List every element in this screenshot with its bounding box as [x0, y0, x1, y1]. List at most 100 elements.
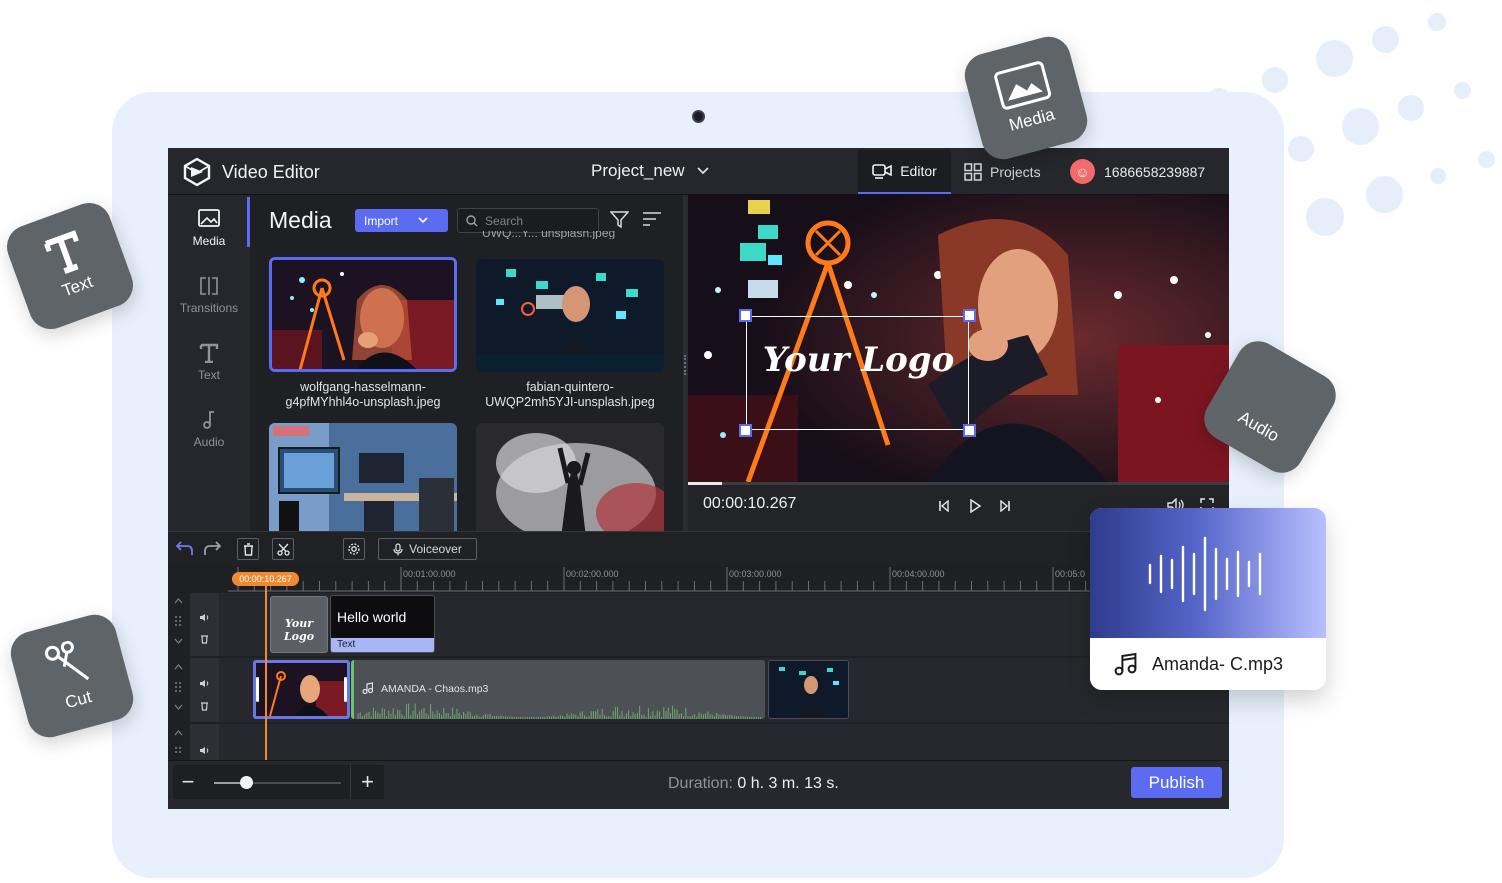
play-icon[interactable] [969, 499, 981, 513]
undo-icon[interactable] [176, 540, 194, 556]
ruler-mark: 00:04:00.000 [892, 569, 945, 579]
media-thumb-3[interactable] [269, 423, 457, 531]
chevron-up-icon[interactable] [174, 730, 183, 736]
video-preview[interactable]: Your Logo [688, 195, 1229, 482]
drag-handle-icon[interactable] [174, 615, 182, 627]
app-brand[interactable]: Video Editor [182, 157, 320, 187]
video-clip-1[interactable] [253, 660, 350, 719]
chevron-down-icon [696, 167, 709, 175]
zoom-slider-knob[interactable] [239, 776, 253, 789]
user-id: 1686658239887 [1104, 163, 1206, 180]
ruler-mark: 00:01:00.000 [403, 569, 456, 579]
media-thumb-2-name: fabian-quintero- UWQP2mh5YJI-unsplash.jp… [485, 380, 655, 409]
chevron-up-icon[interactable] [174, 598, 183, 604]
chevron-up-icon[interactable] [174, 664, 183, 670]
resize-handle-tr[interactable] [963, 309, 976, 322]
trim-handle-left[interactable] [256, 677, 259, 702]
transitions-icon [200, 277, 218, 295]
sidebar-item-text[interactable]: Text [168, 343, 250, 382]
seek-bar[interactable] [688, 482, 1229, 485]
media-panel: Media Import Search UWQ...Y... unsplash.… [250, 195, 683, 531]
import-button[interactable]: Import [355, 209, 448, 232]
video-editor-app: Video Editor Project_new Editor Projects… [168, 148, 1229, 809]
text-clip-title: Hello world [337, 609, 407, 625]
cut-button[interactable] [272, 538, 294, 560]
trash-icon[interactable] [200, 634, 209, 644]
media-badge-label: Media [1006, 104, 1057, 135]
redo-icon[interactable] [203, 540, 221, 556]
search-icon [466, 214, 478, 226]
step-back-icon[interactable] [938, 500, 950, 512]
sidebar-item-transitions[interactable]: Transitions [168, 276, 250, 315]
track-controls [168, 658, 219, 722]
track-text: Your Logo Hello world Text [168, 593, 1229, 656]
drag-handle-icon[interactable] [174, 746, 182, 758]
audio-card-footer: Amanda- C.mp3 [1090, 638, 1326, 690]
volume-icon[interactable] [199, 613, 210, 622]
clip-thumbnail [256, 663, 347, 716]
voiceover-label: Voiceover [409, 542, 462, 556]
video-camera-icon [872, 164, 893, 179]
project-selector[interactable]: Project_new [591, 161, 709, 181]
chevron-down-icon[interactable] [174, 638, 183, 644]
volume-icon[interactable] [199, 746, 210, 755]
chevron-down-icon [418, 217, 428, 224]
microphone-icon [393, 542, 403, 555]
media-thumb-1[interactable] [269, 257, 457, 372]
sound-wave-icon [1148, 536, 1262, 612]
media-thumb-4[interactable] [476, 423, 664, 531]
image-icon [994, 61, 1052, 110]
text-badge-label: Text [59, 271, 96, 301]
track-buttons [190, 658, 219, 722]
tab-editor[interactable]: Editor [858, 150, 951, 194]
audio-file-card[interactable]: Amanda- C.mp3 [1090, 508, 1326, 690]
user-menu[interactable]: ☺ 1686658239887 [1070, 159, 1205, 184]
sidebar-item-media[interactable]: Media [168, 197, 250, 248]
camera-icon [692, 110, 705, 123]
sidebar-item-audio[interactable]: Audio [168, 410, 250, 449]
sidebar-item-label: Text [197, 368, 220, 382]
search-input[interactable]: Search [457, 208, 599, 233]
media-title: Media [269, 207, 332, 233]
filter-icon[interactable] [610, 211, 629, 228]
playhead-time-badge[interactable]: 00:00:10.267 [232, 572, 299, 586]
top-bar: Video Editor Project_new Editor Projects… [168, 148, 1229, 195]
trash-icon[interactable] [200, 701, 209, 711]
tab-projects-label: Projects [990, 164, 1041, 180]
logo-selection-box[interactable]: Your Logo [739, 309, 976, 437]
resize-handle-tl[interactable] [739, 309, 752, 322]
media-thumb-2[interactable] [476, 259, 664, 372]
logo-clip-label: Your Logo [283, 617, 315, 643]
audio-card-visual [1090, 508, 1326, 638]
resize-handle-br[interactable] [963, 424, 976, 437]
app-logo-icon [183, 157, 211, 187]
zoom-slider[interactable] [214, 776, 341, 789]
audio-waveform [357, 703, 762, 719]
chevron-down-icon[interactable] [174, 704, 183, 710]
trim-handle-right[interactable] [344, 677, 347, 702]
settings-button[interactable] [343, 538, 365, 560]
duration: Duration: 0 h. 3 m. 13 s. [668, 775, 839, 793]
video-clip-2[interactable] [768, 660, 849, 719]
text-clip[interactable]: Hello world Text [330, 595, 435, 653]
audio-clip[interactable]: AMANDA - Chaos.mp3 [351, 660, 765, 719]
app-name: Video Editor [222, 161, 320, 182]
playhead-line[interactable] [265, 586, 267, 760]
music-note-icon [1114, 652, 1137, 676]
volume-icon[interactable] [199, 679, 210, 688]
sort-icon[interactable] [642, 212, 662, 226]
step-forward-icon[interactable] [999, 500, 1011, 512]
resize-handle-bl[interactable] [739, 424, 752, 437]
music-note-icon [203, 411, 214, 429]
search-placeholder: Search [485, 213, 524, 228]
timeline-ruler[interactable]: 00:01:00.000 00:02:00.000 00:03:00.000 0… [168, 563, 1229, 593]
zoom-in-button[interactable]: + [350, 765, 384, 799]
drag-handle-icon[interactable] [174, 681, 182, 693]
logo-clip[interactable]: Your Logo [270, 596, 328, 653]
zoom-out-button[interactable]: − [173, 765, 203, 799]
delete-button[interactable] [237, 538, 259, 560]
publish-button[interactable]: Publish [1131, 767, 1222, 798]
tab-editor-label: Editor [900, 163, 937, 179]
clipped-filename: UWQ...Y... unsplash.jpeg [482, 231, 616, 239]
voiceover-button[interactable]: Voiceover [378, 538, 477, 560]
